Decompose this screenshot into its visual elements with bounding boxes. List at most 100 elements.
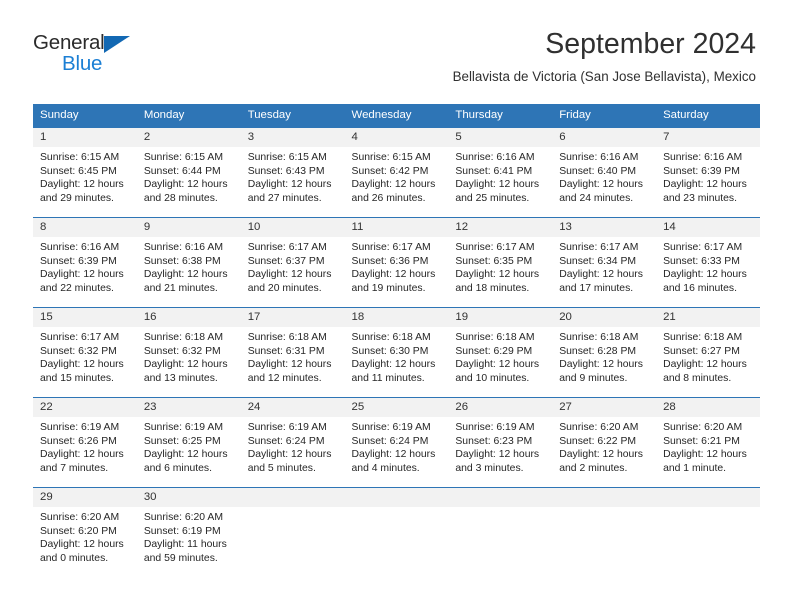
daylight-text: Daylight: 12 hours and 13 minutes. [143, 359, 228, 384]
calendar-day-cell[interactable]: 24 Sunrise: 6:19 AM Sunset: 6:24 PM Dayligh… [240, 397, 345, 488]
sunrise-text: Sunrise: 6:19 AM [455, 422, 535, 433]
calendar-day-cell[interactable]: 27 Sunrise: 6:20 AM Sunset: 6:22 PM Dayligh… [552, 397, 657, 488]
calendar-day-cell[interactable]: 30 Sunrise: 6:20 AM Sunset: 6:19 PM Dayligh… [136, 487, 241, 584]
sunset-text: Sunset: 6:22 PM [559, 435, 637, 447]
sunrise-text: Sunrise: 6:16 AM [40, 242, 120, 253]
day-number: 26 [448, 398, 553, 417]
sunset-text: Sunset: 6:24 PM [351, 435, 429, 447]
calendar-day-cell[interactable]: 3 Sunrise: 6:15 AM Sunset: 6:43 PM Daylight… [240, 127, 345, 218]
day-number [448, 488, 553, 507]
sunset-text: Sunset: 6:26 PM [40, 435, 117, 447]
calendar-day-cell-empty [240, 487, 345, 584]
day-number: 19 [448, 308, 553, 327]
calendar-day-cell[interactable]: 16 Sunrise: 6:18 AM Sunset: 6:32 PM Dayligh… [136, 307, 241, 398]
daylight-text: Daylight: 12 hours and 8 minutes. [663, 359, 747, 384]
calendar-day-cell[interactable]: 10 Sunrise: 6:17 AM Sunset: 6:37 PM Dayligh… [240, 217, 345, 308]
sunrise-text: Sunrise: 6:16 AM [143, 242, 223, 253]
calendar-day-cell[interactable]: 13 Sunrise: 6:17 AM Sunset: 6:34 PM Dayligh… [552, 217, 657, 308]
day-details: Sunrise: 6:17 AM Sunset: 6:37 PM Daylight:… [241, 237, 345, 295]
sunrise-text: Sunrise: 6:17 AM [40, 332, 120, 343]
calendar-day-cell[interactable]: 14 Sunrise: 6:17 AM Sunset: 6:33 PM Dayligh… [656, 217, 760, 308]
day-number [656, 488, 760, 507]
sunrise-text: Sunrise: 6:20 AM [663, 422, 743, 433]
calendar-day-cell[interactable]: 19 Sunrise: 6:18 AM Sunset: 6:29 PM Dayligh… [448, 307, 553, 398]
calendar-day-cell[interactable]: 2 Sunrise: 6:15 AM Sunset: 6:44 PM Daylight… [136, 127, 241, 218]
sunset-text: Sunset: 6:31 PM [247, 345, 325, 357]
calendar-day-cell[interactable]: 29 Sunrise: 6:20 AM Sunset: 6:20 PM Dayligh… [33, 487, 137, 584]
daylight-text: Daylight: 12 hours and 15 minutes. [40, 359, 124, 384]
day-details: Sunrise: 6:16 AM Sunset: 6:39 PM Daylight:… [656, 147, 760, 205]
daylight-text: Daylight: 12 hours and 3 minutes. [455, 449, 540, 474]
calendar-week-row: 22 Sunrise: 6:19 AM Sunset: 6:26 PM Dayligh… [33, 397, 760, 488]
calendar-day-cell[interactable]: 22 Sunrise: 6:19 AM Sunset: 6:26 PM Dayligh… [33, 397, 137, 488]
day-details: Sunrise: 6:16 AM Sunset: 6:38 PM Daylight:… [137, 237, 241, 295]
day-details: Sunrise: 6:18 AM Sunset: 6:30 PM Daylight:… [345, 327, 449, 385]
calendar-day-cell[interactable]: 9 Sunrise: 6:16 AM Sunset: 6:38 PM Daylight… [136, 217, 241, 308]
day-details: Sunrise: 6:15 AM Sunset: 6:44 PM Daylight:… [137, 147, 241, 205]
weekday-header-saturday: Saturday [656, 104, 760, 128]
daylight-text: Daylight: 12 hours and 12 minutes. [247, 359, 332, 384]
day-number: 3 [240, 128, 345, 147]
sunset-text: Sunset: 6:25 PM [143, 435, 221, 447]
day-details: Sunrise: 6:16 AM Sunset: 6:41 PM Daylight:… [448, 147, 552, 205]
calendar-day-cell-empty [656, 487, 760, 584]
calendar-day-cell[interactable]: 12 Sunrise: 6:17 AM Sunset: 6:35 PM Dayligh… [448, 217, 553, 308]
title-block: September 2024 Bellavista de Victoria (S… [453, 28, 756, 85]
day-details: Sunrise: 6:20 AM Sunset: 6:22 PM Daylight:… [552, 417, 656, 475]
general-blue-logo[interactable]: General Blue [33, 32, 173, 81]
sunset-text: Sunset: 6:36 PM [351, 255, 429, 267]
calendar-week-row: 15 Sunrise: 6:17 AM Sunset: 6:32 PM Dayligh… [33, 307, 760, 398]
daylight-text: Daylight: 12 hours and 5 minutes. [247, 449, 332, 474]
calendar-day-cell[interactable]: 5 Sunrise: 6:16 AM Sunset: 6:41 PM Daylight… [448, 127, 553, 218]
calendar-day-cell[interactable]: 8 Sunrise: 6:16 AM Sunset: 6:39 PM Daylight… [33, 217, 137, 308]
calendar-day-cell[interactable]: 4 Sunrise: 6:15 AM Sunset: 6:42 PM Daylight… [344, 127, 449, 218]
calendar-day-cell[interactable]: 18 Sunrise: 6:18 AM Sunset: 6:30 PM Dayligh… [344, 307, 449, 398]
calendar-day-cell[interactable]: 11 Sunrise: 6:17 AM Sunset: 6:36 PM Dayligh… [344, 217, 449, 308]
calendar-day-cell[interactable]: 6 Sunrise: 6:16 AM Sunset: 6:40 PM Daylight… [552, 127, 657, 218]
daylight-text: Daylight: 12 hours and 25 minutes. [455, 179, 540, 204]
daylight-text: Daylight: 12 hours and 2 minutes. [559, 449, 643, 474]
day-details: Sunrise: 6:16 AM Sunset: 6:40 PM Daylight:… [552, 147, 656, 205]
calendar-day-cell[interactable]: 21 Sunrise: 6:18 AM Sunset: 6:27 PM Dayligh… [656, 307, 760, 398]
calendar-day-cell[interactable]: 1 Sunrise: 6:15 AM Sunset: 6:45 PM Daylight… [33, 127, 137, 218]
sunset-text: Sunset: 6:34 PM [559, 255, 637, 267]
daylight-text: Daylight: 12 hours and 9 minutes. [559, 359, 643, 384]
day-details: Sunrise: 6:15 AM Sunset: 6:42 PM Daylight:… [345, 147, 449, 205]
weekday-header-row: Sunday Monday Tuesday Wednesday Thursday… [33, 104, 760, 128]
day-number: 15 [33, 308, 137, 327]
calendar-day-cell[interactable]: 28 Sunrise: 6:20 AM Sunset: 6:21 PM Dayligh… [656, 397, 760, 488]
calendar-day-cell[interactable]: 20 Sunrise: 6:18 AM Sunset: 6:28 PM Dayligh… [552, 307, 657, 398]
daylight-text: Daylight: 12 hours and 26 minutes. [351, 179, 436, 204]
day-number: 29 [33, 488, 137, 507]
calendar-day-cell[interactable]: 26 Sunrise: 6:19 AM Sunset: 6:23 PM Dayligh… [448, 397, 553, 488]
calendar-day-cell[interactable]: 15 Sunrise: 6:17 AM Sunset: 6:32 PM Dayligh… [33, 307, 137, 398]
calendar-day-cell[interactable]: 7 Sunrise: 6:16 AM Sunset: 6:39 PM Daylight… [656, 127, 760, 218]
sunset-text: Sunset: 6:23 PM [455, 435, 533, 447]
calendar-day-cell[interactable]: 17 Sunrise: 6:18 AM Sunset: 6:31 PM Dayligh… [240, 307, 345, 398]
daylight-text: Daylight: 12 hours and 29 minutes. [40, 179, 124, 204]
day-number: 7 [656, 128, 760, 147]
day-number: 25 [344, 398, 449, 417]
sunset-text: Sunset: 6:38 PM [143, 255, 221, 267]
calendar-day-cell[interactable]: 23 Sunrise: 6:19 AM Sunset: 6:25 PM Dayligh… [136, 397, 241, 488]
sunrise-text: Sunrise: 6:18 AM [143, 332, 223, 343]
sunset-text: Sunset: 6:29 PM [455, 345, 533, 357]
sunset-text: Sunset: 6:32 PM [143, 345, 221, 357]
calendar-day-cell-empty [344, 487, 449, 584]
day-details: Sunrise: 6:18 AM Sunset: 6:29 PM Daylight:… [448, 327, 552, 385]
sunset-text: Sunset: 6:41 PM [455, 165, 533, 177]
sunrise-text: Sunrise: 6:20 AM [143, 512, 223, 523]
day-number: 10 [240, 218, 345, 237]
day-number [344, 488, 449, 507]
calendar-day-cell-empty [448, 487, 553, 584]
day-details: Sunrise: 6:17 AM Sunset: 6:34 PM Daylight:… [552, 237, 656, 295]
sunrise-text: Sunrise: 6:19 AM [247, 422, 327, 433]
day-number: 27 [552, 398, 657, 417]
daylight-text: Daylight: 12 hours and 1 minute. [663, 449, 747, 474]
daylight-text: Daylight: 12 hours and 21 minutes. [143, 269, 228, 294]
daylight-text: Daylight: 12 hours and 27 minutes. [247, 179, 332, 204]
daylight-text: Daylight: 12 hours and 24 minutes. [559, 179, 643, 204]
page-header: General Blue September 2024 Bellavista d… [0, 0, 792, 100]
sunrise-text: Sunrise: 6:15 AM [143, 152, 223, 163]
calendar-day-cell[interactable]: 25 Sunrise: 6:19 AM Sunset: 6:24 PM Dayligh… [344, 397, 449, 488]
